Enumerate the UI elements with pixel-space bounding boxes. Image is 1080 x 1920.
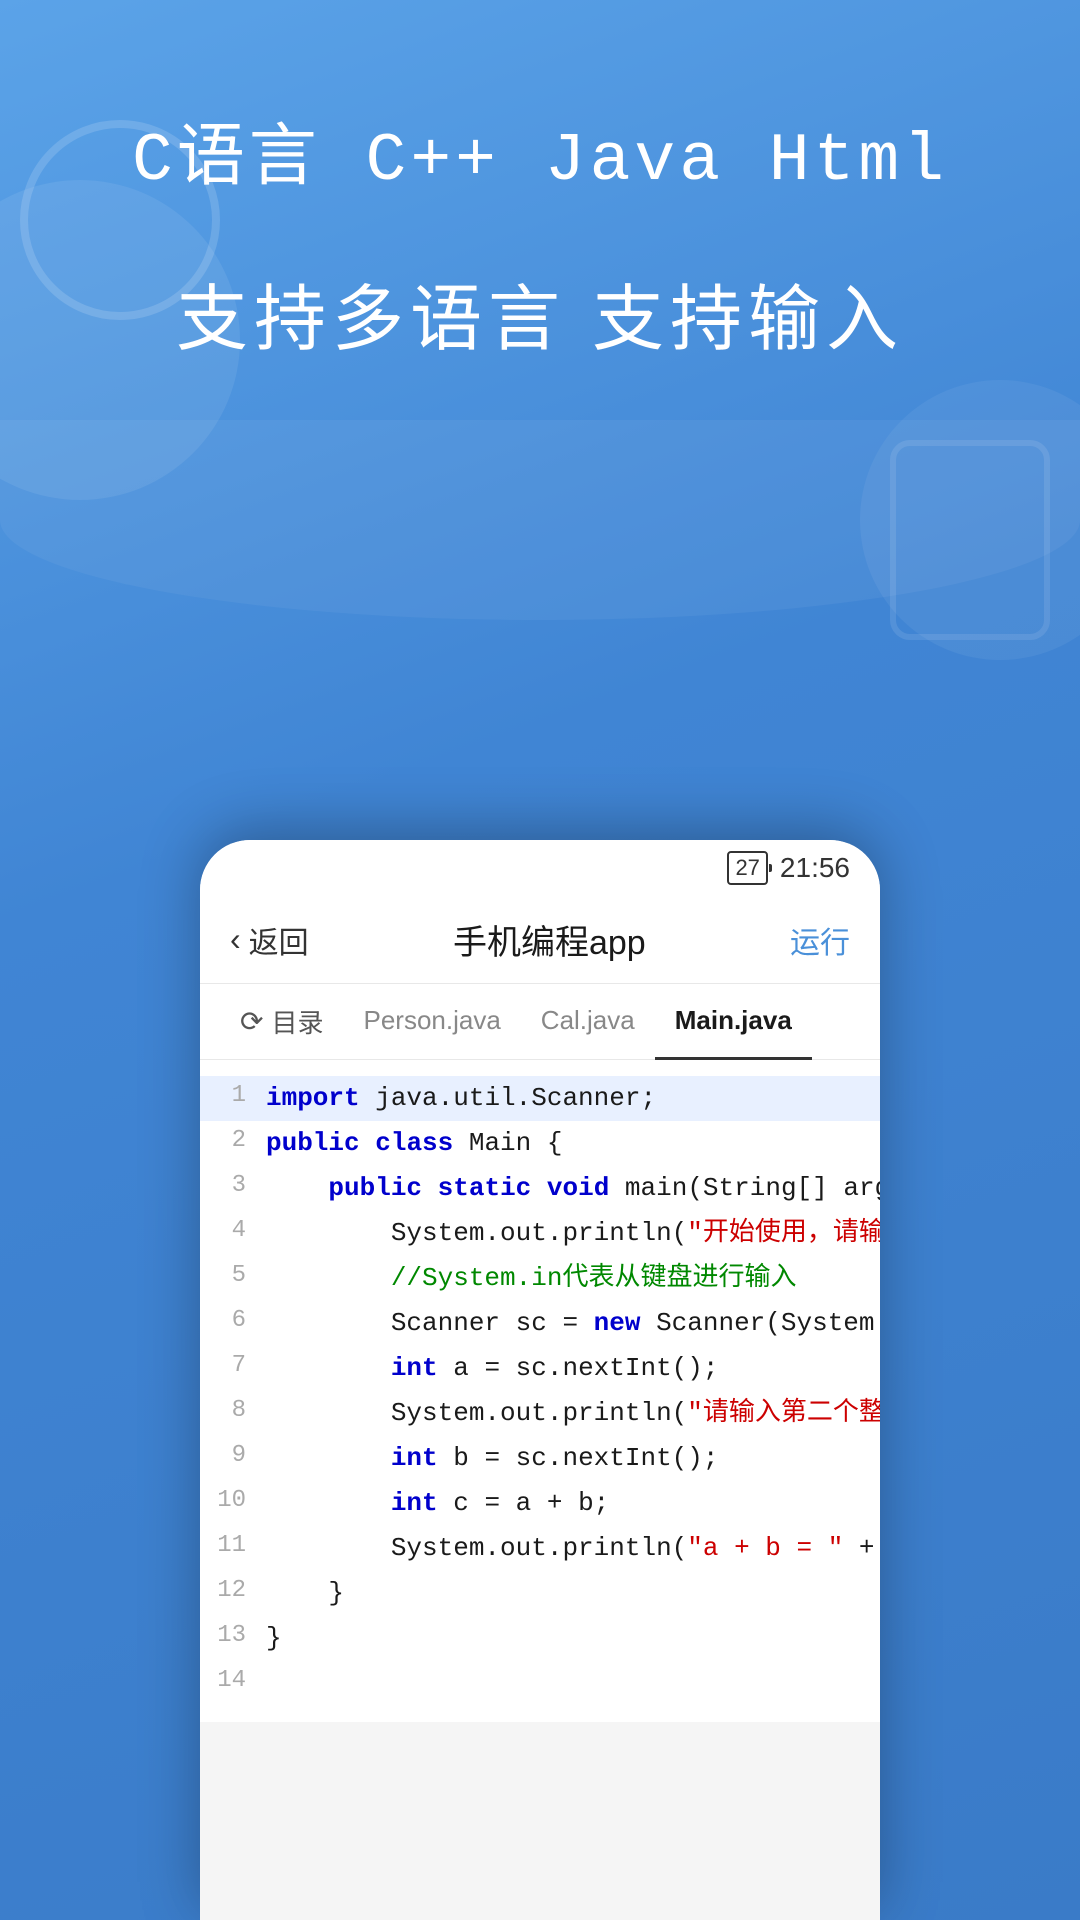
line-content-11: System.out.println("a + b = " + c); [266,1526,880,1570]
line-num-3: 3 [216,1166,266,1207]
app-navbar: ‹ 返回 手机编程app 运行 [200,896,880,984]
line-num-1: 1 [216,1076,266,1117]
code-line-2: 2 public class Main { [200,1121,880,1166]
code-editor[interactable]: 1 import java.util.Scanner; 2 public cla… [200,1060,880,1722]
line-content-6: Scanner sc = new Scanner(System.in); [266,1301,880,1345]
code-line-8: 8 System.out.println("请输入第二个整数吧。"); [200,1391,880,1436]
hero-subtitle-text: 支持多语言 支持输入 [60,260,1020,365]
bg-device-icon [890,440,1050,640]
line-content-13: } [266,1616,864,1660]
battery-indicator: 27 [727,851,767,885]
tab-person-java-label: Person.java [363,1005,500,1036]
code-line-12: 12 } [200,1571,880,1616]
line-content-9: int b = sc.nextInt(); [266,1436,864,1480]
battery-level: 27 [735,855,759,880]
code-line-4: 4 System.out.println("开始使用，请输入第一个整数吧。"); [200,1211,880,1256]
tab-person-java[interactable]: Person.java [343,985,520,1060]
code-line-9: 9 int b = sc.nextInt(); [200,1436,880,1481]
code-line-1: 1 import java.util.Scanner; [200,1076,880,1121]
line-content-12: } [266,1571,864,1615]
line-content-3: public static void main(String[] args){ [266,1166,880,1210]
hero-languages-text: C语言 C++ Java Html [60,100,1020,200]
line-content-2: public class Main { [266,1121,864,1165]
line-content-7: int a = sc.nextInt(); [266,1346,864,1390]
code-line-3: 3 public static void main(String[] args)… [200,1166,880,1211]
line-num-14: 14 [216,1661,266,1702]
nav-back-label: 返回 [249,918,309,962]
tab-main-java-label: Main.java [675,1005,792,1036]
refresh-icon: ⟳ [240,1005,263,1038]
directory-label: 目录 [271,1003,323,1040]
line-num-7: 7 [216,1346,266,1387]
line-num-8: 8 [216,1391,266,1432]
phone-container: 27 21:56 ‹ 返回 手机编程app 运行 ⟳ 目录 Person.jav… [200,840,880,1920]
line-content-8: System.out.println("请输入第二个整数吧。"); [266,1391,880,1435]
status-time: 21:56 [780,852,850,884]
code-line-10: 10 int c = a + b; [200,1481,880,1526]
line-num-4: 4 [216,1211,266,1252]
tab-bar: ⟳ 目录 Person.java Cal.java Main.java [200,984,880,1060]
line-num-11: 11 [216,1526,266,1567]
line-num-9: 9 [216,1436,266,1477]
back-arrow-icon: ‹ [230,921,241,958]
line-content-10: int c = a + b; [266,1481,864,1525]
code-line-5: 5 //System.in代表从键盘进行输入 [200,1256,880,1301]
nav-run-button[interactable]: 运行 [790,918,850,962]
line-content-4: System.out.println("开始使用，请输入第一个整数吧。"); [266,1211,880,1255]
status-bar: 27 21:56 [200,840,880,896]
tab-cal-java-label: Cal.java [541,1005,635,1036]
phone-mockup: 27 21:56 ‹ 返回 手机编程app 运行 ⟳ 目录 Person.jav… [200,840,880,1920]
line-num-12: 12 [216,1571,266,1612]
code-line-13: 13 } [200,1616,880,1661]
code-line-6: 6 Scanner sc = new Scanner(System.in); [200,1301,880,1346]
nav-back-button[interactable]: ‹ 返回 [230,918,309,962]
hero-section: C语言 C++ Java Html 支持多语言 支持输入 [0,0,1080,365]
tab-directory[interactable]: ⟳ 目录 [220,984,343,1059]
tab-main-java[interactable]: Main.java [655,985,812,1060]
line-num-2: 2 [216,1121,266,1162]
line-content-5: //System.in代表从键盘进行输入 [266,1256,864,1300]
tab-cal-java[interactable]: Cal.java [521,985,655,1060]
line-content-14 [266,1661,864,1705]
code-line-14: 14 [200,1661,880,1706]
nav-title: 手机编程app [453,915,646,964]
code-line-11: 11 System.out.println("a + b = " + c); [200,1526,880,1571]
line-num-13: 13 [216,1616,266,1657]
line-num-6: 6 [216,1301,266,1342]
line-num-5: 5 [216,1256,266,1297]
line-content-1: import java.util.Scanner; [266,1076,864,1120]
code-line-7: 7 int a = sc.nextInt(); [200,1346,880,1391]
line-num-10: 10 [216,1481,266,1522]
